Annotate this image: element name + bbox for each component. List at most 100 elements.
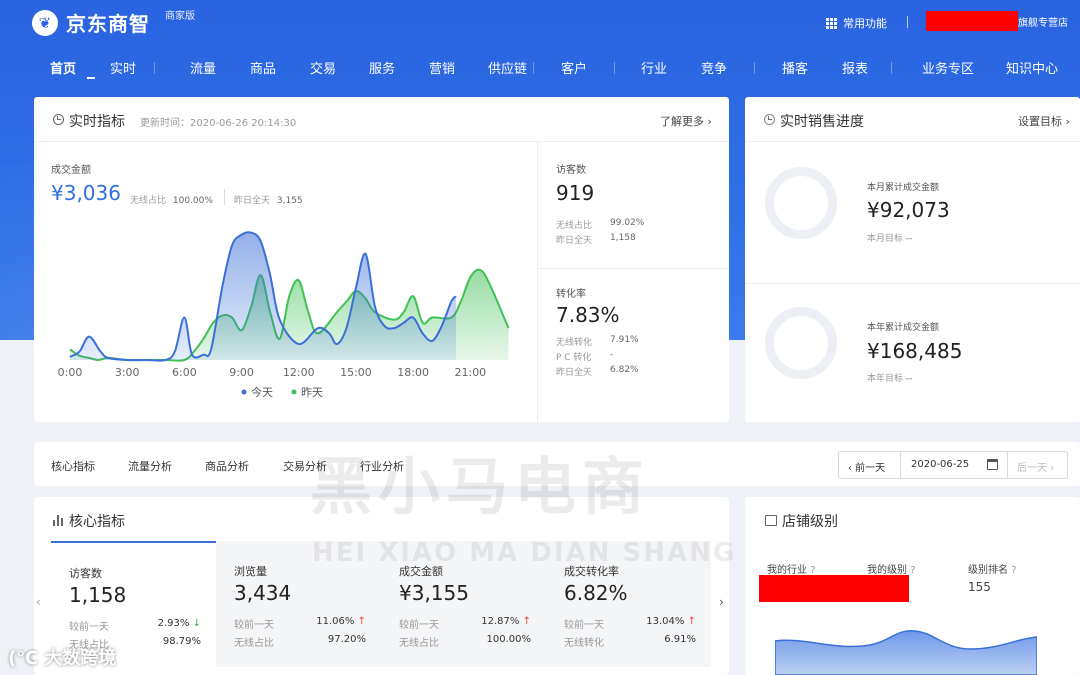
set-goal-link[interactable]: 设置目标 › bbox=[1018, 113, 1070, 129]
visitors-label: 访客数 bbox=[556, 165, 586, 176]
nav-item-reports[interactable]: 报表 bbox=[842, 58, 868, 77]
prev-day-button[interactable]: ‹ 前一天 bbox=[848, 459, 885, 474]
metric-value: ¥3,155 bbox=[399, 581, 469, 605]
logo[interactable]: ❦ 京东商智 bbox=[32, 8, 150, 37]
metric-label: 浏览量 bbox=[234, 565, 267, 578]
industry-label: 我的行业 ? bbox=[767, 565, 816, 576]
nav-item-customers[interactable]: 客户 bbox=[561, 58, 587, 77]
nav-item-industry[interactable]: 行业 bbox=[641, 58, 667, 77]
rank-label: 级别排名 ? bbox=[968, 565, 1017, 576]
next-day-button[interactable]: 后一天 › bbox=[1017, 459, 1054, 474]
share-value: 98.79% bbox=[162, 636, 201, 647]
month-progress-ring bbox=[765, 167, 837, 239]
legend-marker bbox=[241, 389, 247, 395]
compare-label: 较前一天 bbox=[564, 620, 604, 631]
metric-compare-row: 较前一天 13.04% ↑ bbox=[564, 616, 696, 631]
visitors-yesterday: 昨日全天 1,158 bbox=[556, 233, 636, 246]
conversion-wireless: 无线转化 7.91% bbox=[556, 335, 639, 348]
metric-tile-conversion[interactable]: 成交转化率 6.82% 较前一天 13.04% ↑ 无线转化 6.91% bbox=[546, 541, 711, 667]
nav-item-transactions[interactable]: 交易 bbox=[310, 58, 336, 77]
arrow-up-icon: ↑ bbox=[522, 616, 531, 627]
divider bbox=[537, 142, 538, 422]
tab-core-metrics[interactable]: 核心指标 bbox=[51, 458, 95, 474]
nav-item-marketing[interactable]: 营销 bbox=[429, 58, 455, 77]
metric-label: 成交转化率 bbox=[564, 565, 619, 578]
metric-share-row: 无线转化 6.91% bbox=[564, 634, 696, 649]
core-metrics-title: 核心指标 bbox=[69, 514, 125, 530]
divider bbox=[1007, 452, 1008, 478]
metric-compare-row: 较前一天 2.93% ↓ bbox=[69, 618, 201, 633]
calendar-icon[interactable] bbox=[987, 459, 998, 470]
metric-compare-row: 较前一天 12.87% ↑ bbox=[399, 616, 531, 631]
value: -- bbox=[905, 234, 913, 244]
date-picker: ‹ 前一天 2020-06-25 后一天 › bbox=[838, 451, 1068, 479]
compare-label: 较前一天 bbox=[234, 620, 274, 631]
date-input[interactable]: 2020-06-25 bbox=[911, 459, 969, 470]
nav-item-knowledge-center[interactable]: 知识中心 bbox=[1006, 58, 1058, 77]
nav-item-podcast[interactable]: 播客 bbox=[782, 58, 808, 77]
label: 本年目标 bbox=[867, 374, 904, 384]
year-progress-ring bbox=[765, 307, 837, 379]
wireless-share-label: 无线占比 bbox=[130, 196, 167, 206]
grid-icon bbox=[826, 17, 837, 29]
year-label: 本年累计成交金额 bbox=[867, 323, 940, 333]
tab-product-analysis[interactable]: 商品分析 bbox=[205, 458, 249, 474]
value: 99.02% bbox=[610, 218, 645, 228]
gmv-yesterday: 昨日全天 3,155 bbox=[234, 193, 303, 206]
divider bbox=[745, 283, 1080, 284]
top-bar: ❦ 京东商智 商家版 常用功能 旗舰专营店 bbox=[0, 0, 1080, 44]
metric-tile-gmv[interactable]: 成交金额 ¥3,155 较前一天 12.87% ↑ 无线占比 100.00% bbox=[381, 541, 546, 667]
label: 无线转化 bbox=[556, 338, 593, 348]
store-name-suffix: 旗舰专营店 bbox=[1018, 17, 1068, 29]
x-tick-label: 0:00 bbox=[58, 366, 83, 379]
legend-item[interactable]: 昨天 bbox=[301, 386, 323, 399]
label: 昨日全天 bbox=[556, 236, 593, 246]
nav-item-supply-chain[interactable]: 供应链 bbox=[488, 58, 527, 77]
carousel-prev-arrow[interactable]: ‹ bbox=[36, 595, 41, 609]
month-label: 本月累计成交金额 bbox=[867, 183, 940, 193]
common-functions-button[interactable]: 常用功能 bbox=[826, 15, 887, 31]
realtime-trend-chart[interactable]: 0:00 3:00 6:00 9:00 12:00 15:00 18:00 21:00 今天 昨天 bbox=[34, 222, 534, 412]
divider bbox=[34, 141, 729, 142]
metric-value: 3,434 bbox=[234, 581, 292, 605]
nav-item-service[interactable]: 服务 bbox=[369, 58, 395, 77]
wireless-share-value: 100.00% bbox=[172, 196, 213, 206]
tab-industry-analysis[interactable]: 行业分析 bbox=[360, 458, 404, 474]
nav-divider bbox=[891, 62, 892, 74]
help-icon[interactable]: ? bbox=[910, 565, 915, 576]
share-label: 无线占比 bbox=[399, 638, 439, 649]
arrow-down-icon: ↓ bbox=[192, 618, 201, 629]
arrow-up-icon: ↑ bbox=[687, 616, 696, 627]
metric-tile-pageviews[interactable]: 浏览量 3,434 较前一天 11.06% ↑ 无线占比 97.20% bbox=[216, 541, 381, 667]
nav-item-traffic[interactable]: 流量 bbox=[190, 58, 216, 77]
nav-item-realtime[interactable]: 实时 bbox=[110, 58, 136, 77]
help-icon[interactable]: ? bbox=[1011, 565, 1016, 576]
tab-traffic-analysis[interactable]: 流量分析 bbox=[128, 458, 172, 474]
store-icon bbox=[765, 515, 777, 526]
compare-value: 2.93% ↓ bbox=[157, 618, 201, 629]
year-value: ¥168,485 bbox=[867, 339, 963, 363]
nav-item-home[interactable]: 首页 bbox=[50, 58, 76, 77]
nav-divider bbox=[614, 62, 615, 74]
legend-item[interactable]: 今天 bbox=[251, 385, 273, 399]
trend-area bbox=[775, 630, 1037, 675]
nav-item-competition[interactable]: 竞争 bbox=[701, 58, 727, 77]
edition-badge: 商家版 bbox=[165, 11, 195, 22]
carousel-next-arrow[interactable]: › bbox=[719, 595, 724, 609]
store-level-title: 店铺级别 bbox=[782, 514, 838, 530]
compare-label: 较前一天 bbox=[399, 620, 439, 631]
value: - bbox=[610, 350, 614, 360]
value: 7.91% bbox=[610, 335, 639, 345]
redacted-store-name bbox=[926, 11, 1018, 31]
gmv-wireless-share: 无线占比 100.00% bbox=[130, 193, 213, 206]
nav-item-business-zone[interactable]: 业务专区 bbox=[922, 58, 974, 77]
metric-compare-row: 较前一天 11.06% ↑ bbox=[234, 616, 366, 631]
metric-value: 1,158 bbox=[69, 583, 127, 607]
compare-value: 13.04% ↑ bbox=[646, 616, 696, 627]
nav-divider bbox=[154, 62, 155, 74]
learn-more-link[interactable]: 了解更多 › bbox=[660, 113, 712, 129]
store-switcher[interactable]: 旗舰专营店 bbox=[926, 11, 1068, 31]
nav-item-products[interactable]: 商品 bbox=[250, 58, 276, 77]
tab-transaction-analysis[interactable]: 交易分析 bbox=[283, 458, 327, 474]
update-time: 更新时间：2020-06-26 20:14:30 bbox=[140, 118, 297, 129]
